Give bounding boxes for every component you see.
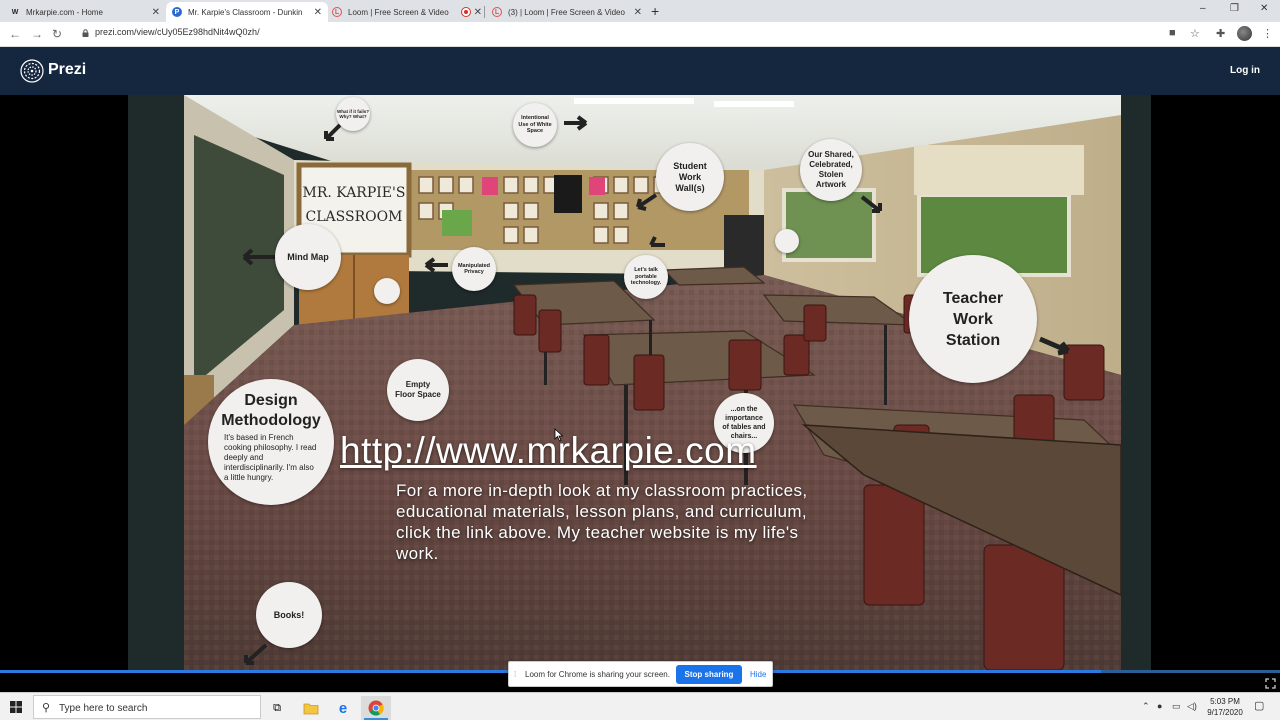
- close-icon[interactable]: ✕: [634, 7, 642, 18]
- window-close-button[interactable]: ✕: [1260, 3, 1268, 14]
- prezi-favicon-icon: P: [172, 7, 182, 17]
- arrow-icon: [424, 257, 448, 273]
- bubble-design-methodology[interactable]: Design Methodology It's based in French …: [208, 379, 334, 505]
- search-icon: ⚲: [42, 702, 51, 714]
- bookmark-star-icon[interactable]: ☆: [1190, 27, 1200, 40]
- url-field[interactable]: prezi.com/view/cUy05Ez98hdNit4wQ0zh/: [95, 27, 260, 37]
- close-icon[interactable]: ✕: [474, 7, 482, 18]
- mouse-cursor-icon: [554, 428, 564, 442]
- clock-date[interactable]: 9/17/2020: [1205, 708, 1245, 717]
- file-explorer-icon[interactable]: [296, 696, 326, 720]
- bubble-white-space[interactable]: Intentional Use of White Space: [513, 103, 557, 147]
- forward-arrow-icon[interactable]: →: [31, 27, 43, 41]
- browser-tab-bar: W Mrkarpie.com - Home ✕ P Mr. Karpie's C…: [0, 0, 1280, 22]
- whiteboard-text: MR. KARPIE'S: [303, 185, 406, 201]
- extensions-puzzle-icon[interactable]: ✚: [1216, 27, 1225, 40]
- taskbar-search-input[interactable]: ⚲ Type here to search: [33, 695, 261, 719]
- bubble-student-work-wall[interactable]: Student Work Wall(s): [656, 143, 724, 211]
- reload-icon[interactable]: ↻: [52, 27, 62, 41]
- network-icon[interactable]: ▭: [1172, 701, 1181, 712]
- loom-sharing-message: Loom for Chrome is sharing your screen.: [525, 670, 670, 679]
- windows-taskbar: ⚲ Type here to search ⧉ e ⌃ ● ▭ ◁) 5:03 …: [0, 692, 1280, 720]
- clock-time[interactable]: 5:03 PM: [1207, 697, 1243, 706]
- bubble-small[interactable]: [374, 278, 400, 304]
- tab-divider: [484, 6, 485, 18]
- tab-mrkarpie-home[interactable]: W Mrkarpie.com - Home ✕: [4, 2, 166, 22]
- website-link[interactable]: http://www.mrkarpie.com: [340, 430, 757, 472]
- drag-handle-icon[interactable]: ⁞: [514, 670, 516, 679]
- prezi-brand[interactable]: Prezi: [48, 61, 86, 79]
- tab-prezi-classroom[interactable]: P Mr. Karpie's Classroom - Dunkin ✕: [166, 2, 328, 22]
- design-body: It's based in French cooking philosophy.…: [224, 433, 317, 482]
- chrome-icon[interactable]: [361, 696, 391, 720]
- profile-avatar[interactable]: [1237, 26, 1252, 41]
- microphone-icon[interactable]: ●: [1157, 701, 1162, 711]
- prezi-logo-icon[interactable]: [20, 59, 44, 83]
- bubble-shared-artwork[interactable]: Our Shared, Celebrated, Stolen Artwork: [800, 139, 862, 201]
- bubble-portable-technology[interactable]: Let's talk portable technology.: [624, 255, 668, 299]
- arrow-icon: [636, 193, 658, 211]
- loom-favicon-icon: L: [492, 7, 502, 17]
- tab-title: Loom | Free Screen & Video: [348, 7, 449, 17]
- camera-icon[interactable]: ■: [1169, 27, 1176, 39]
- bubble-books[interactable]: Books!: [256, 582, 322, 648]
- kebab-menu-icon[interactable]: ⋮: [1262, 27, 1273, 40]
- tab-title: Mrkarpie.com - Home: [26, 7, 103, 17]
- arrow-icon: [649, 236, 665, 247]
- minimize-button[interactable]: –: [1200, 3, 1206, 14]
- wix-favicon-icon: W: [11, 8, 19, 16]
- recording-indicator-icon: [461, 8, 470, 16]
- arrow-icon: [860, 195, 882, 213]
- task-view-icon[interactable]: ⧉: [262, 696, 292, 720]
- notifications-icon[interactable]: ▢: [1254, 699, 1264, 712]
- arrow-icon: [564, 115, 588, 131]
- bubble-mind-map[interactable]: Mind Map: [275, 224, 341, 290]
- fullscreen-icon[interactable]: [1265, 678, 1276, 689]
- website-description: For a more in-depth look at my classroom…: [396, 481, 808, 563]
- restore-button[interactable]: ❐: [1230, 3, 1239, 14]
- login-link[interactable]: Log in: [1230, 65, 1260, 76]
- arrow-icon: [244, 643, 268, 665]
- prezi-header: Prezi Log in: [0, 47, 1280, 95]
- arrow-icon: [242, 248, 276, 266]
- bubble-empty-floor-space[interactable]: Empty Floor Space: [387, 359, 449, 421]
- lock-icon[interactable]: [82, 29, 89, 37]
- close-icon[interactable]: ✕: [314, 7, 322, 18]
- edge-icon[interactable]: e: [328, 696, 358, 720]
- browser-toolbar: ← → ↻ prezi.com/view/cUy05Ez98hdNit4wQ0z…: [0, 22, 1280, 47]
- tab-loom-1[interactable]: L Loom | Free Screen & Video ✕: [326, 2, 488, 22]
- arrow-icon: [1039, 336, 1070, 356]
- stop-sharing-button[interactable]: Stop sharing: [676, 665, 742, 684]
- bubble-manipulated-privacy[interactable]: Manipulated Privacy: [452, 247, 496, 291]
- windows-start-icon[interactable]: [10, 701, 22, 713]
- bubble-tiny[interactable]: [775, 229, 799, 253]
- tab-title: Mr. Karpie's Classroom - Dunkin: [188, 7, 303, 17]
- search-placeholder: Type here to search: [59, 703, 148, 714]
- loom-favicon-icon: L: [332, 7, 342, 17]
- presentation-stage[interactable]: MR. KARPIE'S CLASSROOM What if it fails?…: [0, 95, 1280, 670]
- loom-sharing-banner: ⁞ Loom for Chrome is sharing your screen…: [508, 661, 773, 687]
- svg-text:CLASSROOM: CLASSROOM: [306, 209, 403, 225]
- back-arrow-icon[interactable]: ←: [9, 27, 21, 41]
- hide-button[interactable]: Hide: [750, 670, 766, 679]
- tray-chevron-up-icon[interactable]: ⌃: [1142, 701, 1150, 712]
- bubble-teacher-work-station[interactable]: Teacher Work Station: [909, 255, 1037, 383]
- new-tab-button[interactable]: +: [651, 3, 659, 19]
- close-icon[interactable]: ✕: [152, 7, 160, 18]
- tab-title: (3) | Loom | Free Screen & Video: [508, 7, 625, 17]
- tab-loom-2[interactable]: L (3) | Loom | Free Screen & Video ✕: [486, 2, 648, 22]
- design-title: Design Methodology: [221, 392, 321, 429]
- volume-icon[interactable]: ◁): [1187, 701, 1197, 712]
- bubble-what-if-fails[interactable]: What if it fails? Why? What?: [336, 97, 370, 131]
